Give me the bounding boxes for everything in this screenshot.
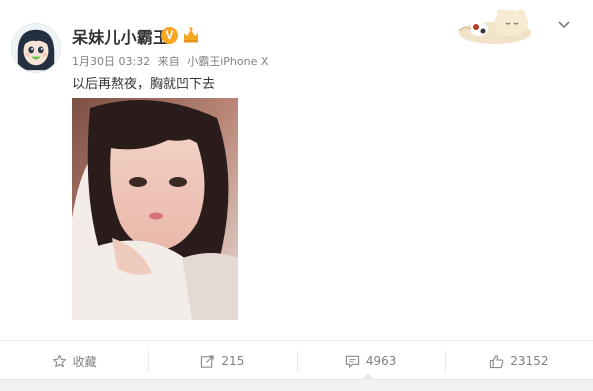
repost-icon [201,354,215,368]
favorite-button[interactable]: 收藏 [0,341,148,381]
like-button[interactable]: 23152 [444,341,593,381]
sleeping-bear-decoration-icon [458,9,531,44]
post-text: 以后再熬夜，胸就凹下去 [72,77,216,92]
post-meta: 1月30日 03:32 来自 小霸王iPhone X [72,53,272,69]
star-icon [52,354,66,367]
repost-count: 215 [221,354,245,368]
like-count: 23152 [510,354,549,368]
post-timestamp[interactable]: 1月30日 03:32 [72,55,150,68]
favorite-label: 收藏 [72,354,97,369]
avatar[interactable] [11,23,61,73]
chevron-down-icon[interactable] [557,20,571,30]
repost-button[interactable]: 215 [148,341,296,381]
vip-member-icon[interactable] [181,25,201,45]
source-device[interactable]: 小霸王iPhone X [187,55,268,68]
username[interactable]: 呆妹儿小霸王 [72,24,169,48]
thumbs-up-icon [490,354,504,368]
post-photo[interactable] [72,98,238,320]
comment-count: 4963 [365,354,397,368]
feed-divider [0,379,593,391]
weibo-post-card: 呆妹儿小霸王 V 1月30日 03:32 来自 小霸王iPhone X 以后再熬… [0,0,593,391]
source-prefix: 来自 [157,55,180,68]
cartoon-avatar-icon [12,24,60,72]
comment-icon [345,355,359,368]
verified-badge-icon: V [161,27,178,44]
portrait-photo-image [72,98,238,320]
action-bar: 收藏 215 4963 23152 [0,340,593,381]
